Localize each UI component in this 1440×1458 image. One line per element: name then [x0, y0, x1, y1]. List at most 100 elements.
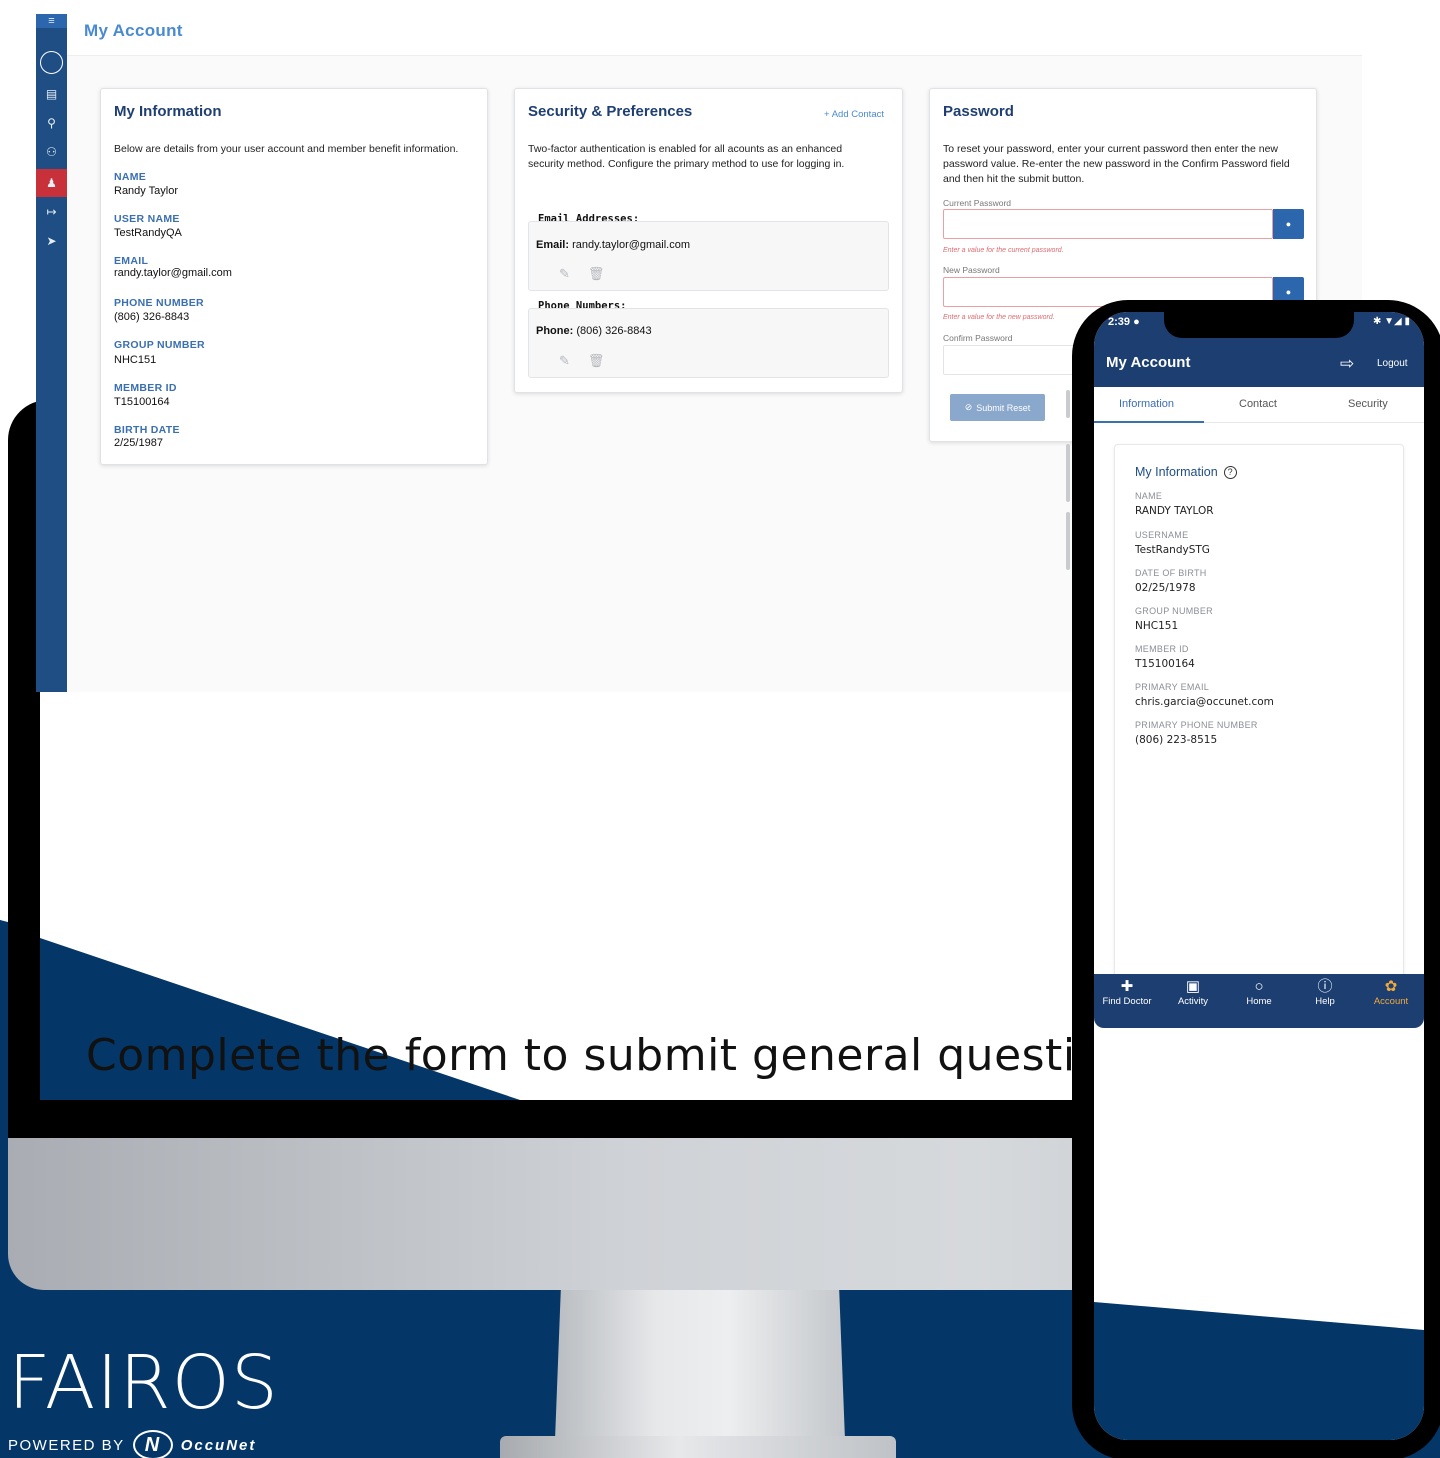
eye-icon[interactable]: ● — [1273, 209, 1304, 239]
group-number-value: NHC151 — [114, 354, 157, 366]
phone-title: My Account — [1106, 354, 1191, 371]
home-circle-icon: ○ — [1254, 978, 1264, 995]
nav-label: Find Doctor — [1102, 996, 1152, 1007]
logout-icon[interactable]: ⇨ — [1340, 354, 1354, 374]
logout-button[interactable]: Logout — [1377, 358, 1408, 369]
clipboard-icon: ▣ — [1185, 978, 1201, 995]
account-gear-icon: ✿ — [1384, 978, 1398, 995]
tab-information[interactable]: Information — [1119, 398, 1174, 410]
phone-phone-value: (806) 223-8515 — [1135, 734, 1218, 746]
phone-tabs: Information Contact Security — [1094, 387, 1424, 423]
monitor-stand-neck — [555, 1290, 845, 1440]
logo-word: FAIROS — [8, 1340, 279, 1426]
search-icon[interactable]: ⚲ — [36, 109, 67, 137]
submit-reset-button[interactable]: ⊘ Submit Reset — [950, 394, 1045, 421]
send-icon[interactable]: ➤ — [36, 227, 67, 255]
active-tab-underline — [1094, 421, 1204, 423]
current-password-input[interactable] — [943, 209, 1273, 239]
trash-icon[interactable]: 🗑 — [588, 353, 605, 369]
phone-group-label: GROUP NUMBER — [1135, 606, 1213, 616]
email-box: Email: randy.taylor@gmail.com ✎ 🗑 — [528, 221, 889, 291]
nav-label: Help — [1315, 996, 1335, 1007]
family-icon[interactable]: ⚇ — [36, 138, 67, 166]
group-number-label: GROUP NUMBER — [114, 339, 205, 351]
card-description: Below are details from your user account… — [114, 143, 459, 155]
confirm-password-label: Confirm Password — [943, 333, 1013, 343]
phone-label: Phone: — [536, 325, 574, 337]
trash-icon[interactable]: 🗑 — [588, 266, 605, 282]
phone-username-value: TestRandySTG — [1135, 544, 1210, 556]
card-title: Password — [943, 103, 1014, 120]
phone-member-id-label: MEMBER ID — [1135, 644, 1189, 654]
phone-email-label: PRIMARY EMAIL — [1135, 682, 1210, 692]
my-information-card: My Information Below are details from yo… — [100, 88, 488, 465]
menu-icon[interactable]: ≡ — [36, 14, 67, 28]
nav-help[interactable]: ⓘ Help — [1292, 978, 1358, 1007]
card-title: My Information — [114, 103, 222, 120]
phone-member-id-value: T15100164 — [1135, 658, 1195, 670]
nav-account[interactable]: ✿ Account — [1358, 978, 1424, 1007]
member-id-label: MEMBER ID — [114, 382, 177, 394]
nav-home[interactable]: ○ Home — [1226, 978, 1292, 1007]
login-icon[interactable]: ↦ — [36, 198, 67, 226]
email-line: Email: randy.taylor@gmail.com — [536, 239, 690, 251]
phone-card-title: My Information ? — [1135, 465, 1237, 479]
phone-bottom-nav: ✚ Find Doctor ▣ Activity ○ Home ⓘ Help ✿… — [1094, 974, 1424, 1018]
edit-icon[interactable]: ✎ — [559, 266, 570, 282]
phone-value: (806) 326-8843 — [114, 311, 190, 323]
name-label: NAME — [114, 171, 147, 183]
phone-notch — [1164, 312, 1354, 338]
email-actions: ✎ 🗑 — [559, 266, 604, 282]
email-value: randy.taylor@gmail.com — [572, 239, 691, 251]
nav-find-doctor[interactable]: ✚ Find Doctor — [1094, 978, 1160, 1007]
circle-logo-icon[interactable] — [40, 51, 63, 74]
phone-background-navy — [1094, 1332, 1424, 1440]
new-password-error: Enter a value for the new password. — [943, 314, 1055, 321]
help-icon[interactable]: ? — [1223, 465, 1237, 479]
phone-dob-value: 02/25/1978 — [1135, 582, 1196, 594]
check-circle-icon: ⊘ — [964, 402, 973, 412]
divider-bar — [1066, 390, 1070, 418]
phone-actions: ✎ 🗑 — [559, 353, 604, 369]
new-password-label: New Password — [943, 265, 1000, 275]
monitor-stand-foot — [500, 1436, 896, 1458]
occunet-text: OccuNet — [180, 1436, 257, 1454]
birth-date-value: 2/25/1987 — [114, 437, 163, 449]
add-contact-link[interactable]: + Add Contact — [824, 109, 884, 120]
card-title: Security & Preferences — [528, 103, 693, 120]
member-id-value: T15100164 — [114, 396, 170, 408]
username-label: USER NAME — [114, 213, 180, 225]
fairos-logo: FAIROS POWERED BY N OccuNet — [8, 1346, 279, 1458]
phone-screen: 2:39 ● ✱ ▼◢ ▮ My Account ⇨ Logout Inform… — [1094, 312, 1424, 1440]
document-icon[interactable]: ▤ — [36, 80, 67, 108]
name-value: Randy Taylor — [114, 185, 178, 197]
nav-label: Activity — [1177, 996, 1209, 1007]
nav-label: Home — [1246, 996, 1272, 1007]
edit-icon[interactable]: ✎ — [559, 353, 570, 369]
nav-activity[interactable]: ▣ Activity — [1160, 978, 1226, 1007]
user-icon[interactable]: ♟ — [36, 169, 67, 197]
logo-powered-by: POWERED BY N OccuNet — [8, 1430, 279, 1458]
email-label: EMAIL — [114, 255, 149, 267]
tab-security[interactable]: Security — [1348, 398, 1388, 410]
phone-email-value: chris.garcia@occunet.com — [1135, 696, 1274, 708]
medical-bag-icon: ✚ — [1120, 978, 1134, 995]
divider-bar — [1066, 444, 1070, 502]
phone-username-label: USERNAME — [1135, 530, 1189, 540]
phone-label: PHONE NUMBER — [114, 297, 204, 309]
occunet-mark-icon: N — [132, 1430, 173, 1458]
current-password-error: Enter a value for the current password. — [943, 247, 1064, 254]
phone-dob-label: DATE OF BIRTH — [1135, 568, 1207, 578]
phone-info-card: My Information ? NAME RANDY TAYLOR USERN… — [1114, 444, 1404, 984]
tab-contact[interactable]: Contact — [1239, 398, 1277, 410]
status-icons: ✱ ▼◢ ▮ — [1372, 316, 1410, 327]
phone-card-title-text: My Information — [1135, 465, 1218, 479]
phone-line: Phone: (806) 326-8843 — [536, 325, 652, 337]
tagline: Complete the form to submit general ques… — [86, 1030, 1170, 1081]
phone-nav-base — [1094, 1018, 1424, 1028]
birth-date-label: BIRTH DATE — [114, 424, 180, 436]
phone-group-value: NHC151 — [1135, 620, 1179, 632]
page-title: My Account — [84, 21, 183, 40]
phone-value: (806) 326-8843 — [576, 325, 652, 337]
email-label: Email: — [536, 239, 570, 251]
